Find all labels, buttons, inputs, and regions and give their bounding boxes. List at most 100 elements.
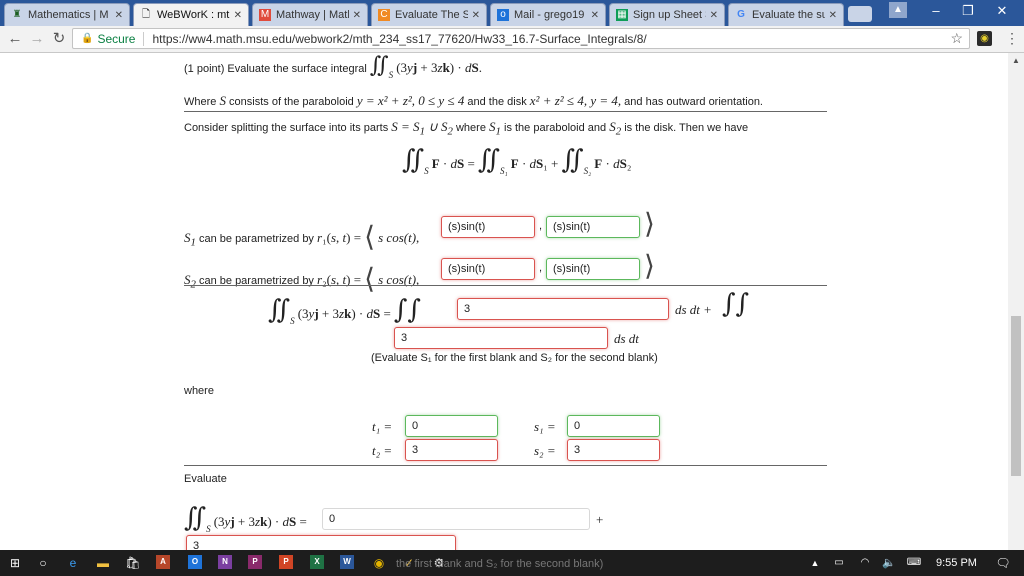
tab-label: Evaluate The Sur [395,9,468,21]
tab-mathematics[interactable]: ♜ Mathematics | M ✕ [4,3,130,26]
edge-icon[interactable]: e [64,554,82,572]
bookmark-star-icon[interactable]: ☆ [950,30,963,47]
paraboloid-equation: y = x² + z², 0 ≤ y ≤ 4 [356,93,465,108]
clock[interactable]: 9:55 PM [936,557,977,569]
final-answer-input-2[interactable] [186,535,456,550]
surface-integral-sign: ∬ [561,145,584,175]
publisher-icon[interactable]: P [248,555,262,569]
profile-icon[interactable]: ▲ [889,2,907,18]
math-term: F · dS = [431,156,475,171]
new-tab-button[interactable] [848,6,872,22]
s2-y-input[interactable] [441,258,535,280]
tab-label: Mail - grego19 [514,9,585,21]
right-angle-bracket: ⟩ [644,209,655,240]
extension-icon[interactable]: ◉ [977,31,992,46]
s2-z-input[interactable] [546,258,640,280]
secure-label: Secure [97,31,145,46]
where-label: where [184,385,214,397]
final-answer-input[interactable] [322,508,590,530]
close-icon[interactable]: ✕ [472,10,480,21]
address-bar[interactable]: 🔒 Secure https://ww4.math.msu.edu/webwor… [72,28,970,49]
close-icon[interactable]: ✕ [115,10,123,21]
back-icon[interactable]: ← [6,30,24,48]
store-icon[interactable]: 🛍 [124,554,142,572]
surface-integral-sign: ∬ [268,295,291,325]
s2-input[interactable] [567,439,660,461]
math-sub-S: S [424,166,429,176]
chevron-up-icon[interactable]: ▲ [806,554,824,572]
file-explorer-icon[interactable]: ▬ [94,554,112,572]
t2-input[interactable] [405,439,498,461]
keyboard-icon[interactable]: ⌨ [905,554,923,572]
restore-icon[interactable]: ❐ [952,0,984,24]
access-icon[interactable]: A [156,555,170,569]
t2-label: t₂ = [372,443,393,458]
tab-signup-sheet[interactable]: ▦ Sign up Sheet 3 ✕ [609,3,725,26]
where2-text: where [455,122,486,134]
close-icon[interactable]: ✕ [234,10,242,21]
is-paraboloid-text: is the paraboloid and [504,122,607,134]
comma: , [416,230,420,245]
notifications-icon[interactable]: 🗨 [994,554,1012,572]
evaluate-label: Evaluate [184,473,227,485]
close-icon[interactable]: ✕ [591,10,599,21]
volume-icon[interactable]: 🔈 [880,554,898,572]
s1-input[interactable] [567,415,660,437]
math-sub-S: S [290,316,295,326]
orientation-text: and has outward orientation. [624,96,763,108]
word-icon[interactable]: W [340,555,354,569]
param-label-text: can be parametrized by [198,233,314,245]
math-sub-S1: S₁ [500,166,508,176]
integrand-s1-input[interactable] [457,298,669,320]
s1-y-input[interactable] [441,216,535,238]
integrand-expression: (3yj + 3zk) · dS. [396,60,482,75]
math-S1: S1 [489,119,501,138]
t1-input[interactable] [405,415,498,437]
url-text[interactable]: https://ww4.math.msu.edu/webwork2/mth_23… [144,32,646,46]
math-sub-S2: S₂ [583,166,592,176]
divider [184,465,827,466]
battery-icon[interactable]: ▭ [830,554,848,572]
page-scrollbar[interactable]: ▲ [1008,53,1024,550]
divider [184,285,827,286]
tab-evaluate-surface-c[interactable]: C Evaluate The Sur ✕ [371,3,487,26]
tab-webwork[interactable]: 🗋 WeBWorK : mth ✕ [133,3,249,26]
evaluate-hint: (Evaluate S₁ for the first blank and S₂ … [371,352,658,364]
ds-dt-plus-label: ds dt + [675,302,712,317]
disk-equation: x² + z² ≤ 4, y = 4, [529,93,622,108]
where-text: Where [184,96,217,108]
tab-label: WeBWorK : mth [157,9,230,21]
tab-mathway[interactable]: M Mathway | Math ✕ [252,3,368,26]
excel-icon[interactable]: X [310,555,324,569]
close-icon[interactable]: ✕ [353,10,361,21]
chrome-icon[interactable]: ◉ [370,554,388,572]
close-icon[interactable]: ✕ [710,10,718,21]
lock-icon: 🔒 [81,33,94,44]
mail-icon: o [497,9,509,21]
c-icon: C [378,9,390,21]
minimize-icon[interactable]: – [920,0,952,24]
ds-dt-label: ds dt [614,331,639,346]
problem-consider-line: Consider splitting the surface into its … [184,119,748,138]
wifi-icon[interactable]: ◠ [856,554,874,572]
powerpoint-icon[interactable]: P [279,555,293,569]
math-r1-args: ₁(s, t) = [322,230,362,245]
browser-menu-icon[interactable]: ⋮ [1005,30,1019,47]
close-window-icon[interactable]: ✕ [986,0,1018,24]
forward-icon[interactable]: → [28,30,46,48]
close-icon[interactable]: ✕ [829,10,837,21]
and-disk-text: and the disk [467,96,527,108]
onenote-icon[interactable]: N [218,555,232,569]
split-integral-equation: ∬S F · dS = ∬S₁ F · dS₁ + ∬S₂ F · dS₂ [402,145,631,176]
reload-icon[interactable]: ↻ [50,30,68,48]
tab-mail[interactable]: o Mail - grego19 ✕ [490,3,606,26]
cortana-icon[interactable]: ○ [34,554,52,572]
integrand-s2-input[interactable] [394,327,608,349]
tab-evaluate-surface-google[interactable]: G Evaluate the sur ✕ [728,3,844,26]
scroll-up-icon[interactable]: ▲ [1012,56,1020,65]
scroll-thumb[interactable] [1011,316,1021,476]
outlook-icon[interactable]: O [188,555,202,569]
s1-z-input[interactable] [546,216,640,238]
windows-start-icon[interactable]: ⊞ [6,554,24,572]
split-equation: S = S1 ∪ S2 [391,119,453,138]
